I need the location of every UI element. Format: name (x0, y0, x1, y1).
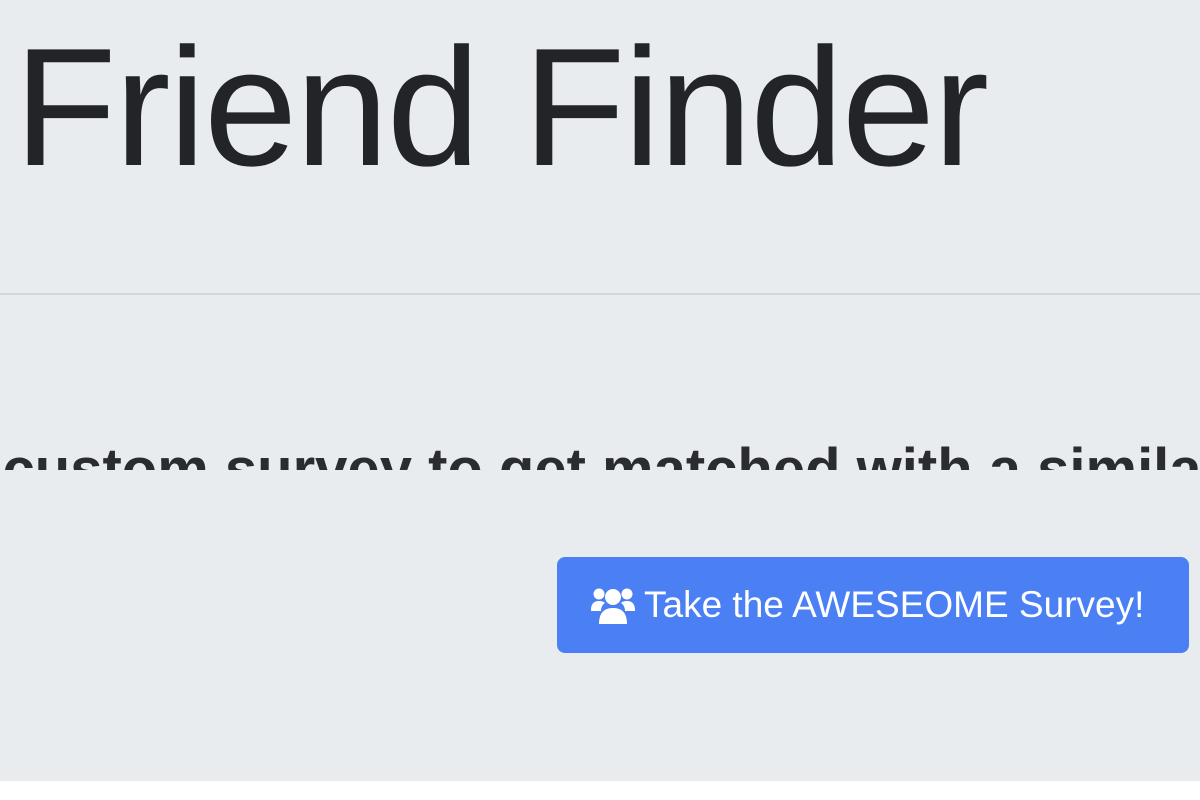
lead-text: Take our custom survey to get matched wi… (0, 437, 1200, 470)
take-survey-button[interactable]: Take the AWESEOME Survey! (557, 557, 1189, 653)
divider (0, 293, 1200, 295)
page-title: Friend Finder (14, 13, 989, 201)
users-icon (591, 584, 635, 626)
take-survey-button-label: Take the AWESEOME Survey! (644, 584, 1145, 625)
lead-container: Take our custom survey to get matched wi… (0, 360, 1200, 470)
jumbotron: Friend Finder Take our custom survey to … (0, 0, 1200, 781)
